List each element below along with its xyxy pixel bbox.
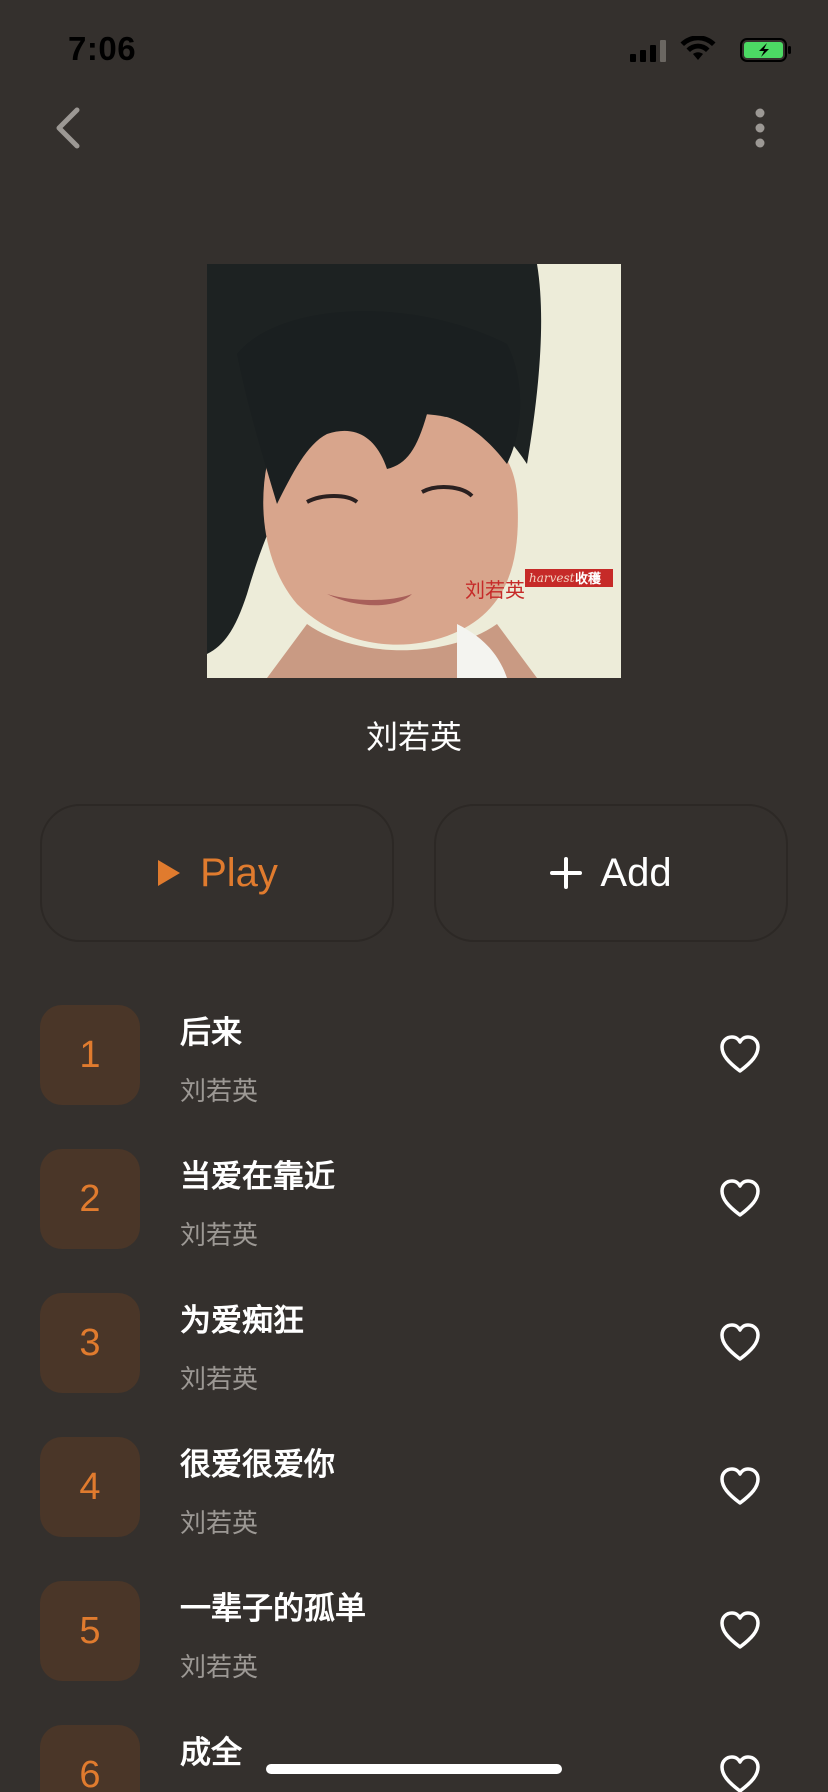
track-number: 4 xyxy=(40,1437,140,1537)
album-title: 刘若英 xyxy=(365,718,462,756)
track-row[interactable]: 3 为爱痴狂 刘若英 xyxy=(0,1293,828,1437)
track-number: 6 xyxy=(40,1725,140,1792)
battery-icon xyxy=(740,38,791,62)
add-label: Add xyxy=(600,850,672,895)
home-indicator[interactable] xyxy=(266,1764,562,1774)
play-label: Play xyxy=(200,850,278,895)
track-title: 成全 xyxy=(180,1735,242,1771)
track-artist: 刘若英 xyxy=(180,1653,259,1683)
status-time: 7:06 xyxy=(68,30,137,67)
track-number: 2 xyxy=(40,1149,140,1249)
back-button[interactable] xyxy=(40,100,96,156)
more-button[interactable] xyxy=(732,100,788,156)
track-title: 后来 xyxy=(180,1015,242,1051)
heart-icon[interactable] xyxy=(718,1321,762,1365)
heart-icon[interactable] xyxy=(718,1033,762,1077)
signal-icon xyxy=(630,40,666,62)
album-cover-art: harvest 收穫 刘若英 xyxy=(207,264,621,678)
add-button[interactable]: Add xyxy=(434,804,788,942)
track-row[interactable]: 5 一辈子的孤单 刘若英 xyxy=(0,1581,828,1725)
chevron-left-icon xyxy=(56,107,80,149)
track-number: 5 xyxy=(40,1581,140,1681)
track-row[interactable]: 1 后来 刘若英 xyxy=(0,1005,828,1149)
status-bar: 7:06 xyxy=(0,0,828,96)
play-button[interactable]: Play xyxy=(40,804,394,942)
album-cover: harvest 收穫 刘若英 xyxy=(207,264,621,678)
track-title: 当爱在靠近 xyxy=(180,1159,335,1195)
track-title: 一辈子的孤单 xyxy=(180,1591,366,1627)
album-screen: 7:06 harvest 收穫 刘若英 刘若英 Play Add 1 后来 刘若… xyxy=(0,0,828,1792)
track-row[interactable]: 2 当爱在靠近 刘若英 xyxy=(0,1149,828,1293)
heart-icon[interactable] xyxy=(718,1753,762,1792)
track-title: 为爱痴狂 xyxy=(180,1303,304,1339)
track-title: 很爱很爱你 xyxy=(180,1447,335,1483)
play-icon xyxy=(156,858,182,888)
svg-text:刘若英: 刘若英 xyxy=(465,578,525,602)
track-number: 3 xyxy=(40,1293,140,1393)
track-artist: 刘若英 xyxy=(180,1221,259,1251)
track-number: 1 xyxy=(40,1005,140,1105)
wifi-icon xyxy=(680,36,716,60)
track-artist: 刘若英 xyxy=(180,1365,259,1395)
heart-icon[interactable] xyxy=(718,1177,762,1221)
track-artist: 刘若英 xyxy=(180,1509,259,1539)
heart-icon[interactable] xyxy=(718,1465,762,1509)
plus-icon xyxy=(550,857,583,889)
svg-text:harvest: harvest xyxy=(529,571,575,585)
heart-icon[interactable] xyxy=(718,1609,762,1653)
track-row[interactable]: 6 成全 xyxy=(0,1725,828,1792)
track-row[interactable]: 4 很爱很爱你 刘若英 xyxy=(0,1437,828,1581)
svg-text:收穫: 收穫 xyxy=(575,571,602,587)
more-vertical-icon xyxy=(755,108,765,148)
track-artist: 刘若英 xyxy=(180,1077,259,1107)
